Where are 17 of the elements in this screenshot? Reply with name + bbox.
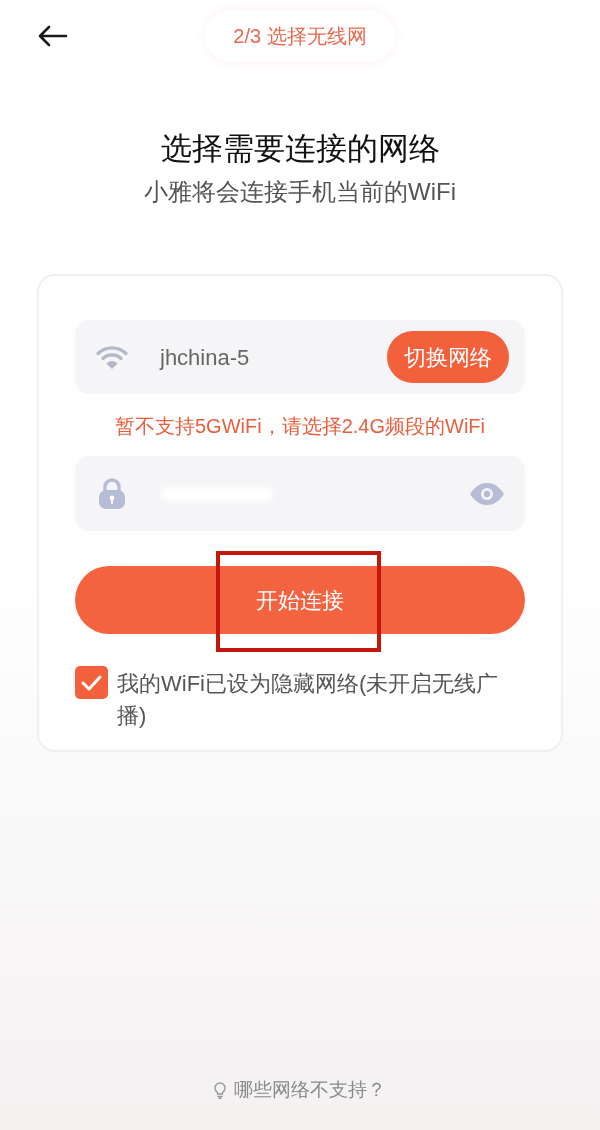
band-warning-text: 暂不支持5GWiFi，请选择2.4G频段的WiFi: [114, 414, 486, 439]
network-name: jhchina-5: [160, 343, 250, 372]
lock-icon: [99, 478, 125, 509]
switch-network-button[interactable]: 切换网络: [387, 331, 509, 383]
hidden-network-checkbox[interactable]: [75, 666, 108, 699]
lightbulb-icon: [214, 1080, 226, 1099]
page-title: 选择需要连接的网络: [160, 130, 440, 168]
wifi-icon: [96, 344, 128, 370]
hidden-network-label: 我的WiFi已设为隐藏网络(未开启无线广播): [117, 670, 500, 730]
check-icon: [81, 674, 102, 691]
eye-icon[interactable]: [470, 482, 504, 505]
back-arrow-icon: [38, 25, 68, 47]
unsupported-networks-link[interactable]: 哪些网络不支持？: [214, 1075, 386, 1104]
password-field[interactable]: [75, 456, 525, 531]
start-connect-button[interactable]: 开始连接: [75, 566, 525, 634]
page-subtitle: 小雅将会连接手机当前的WiFi: [144, 177, 456, 207]
step-indicator: 2/3 选择无线网: [205, 10, 395, 62]
